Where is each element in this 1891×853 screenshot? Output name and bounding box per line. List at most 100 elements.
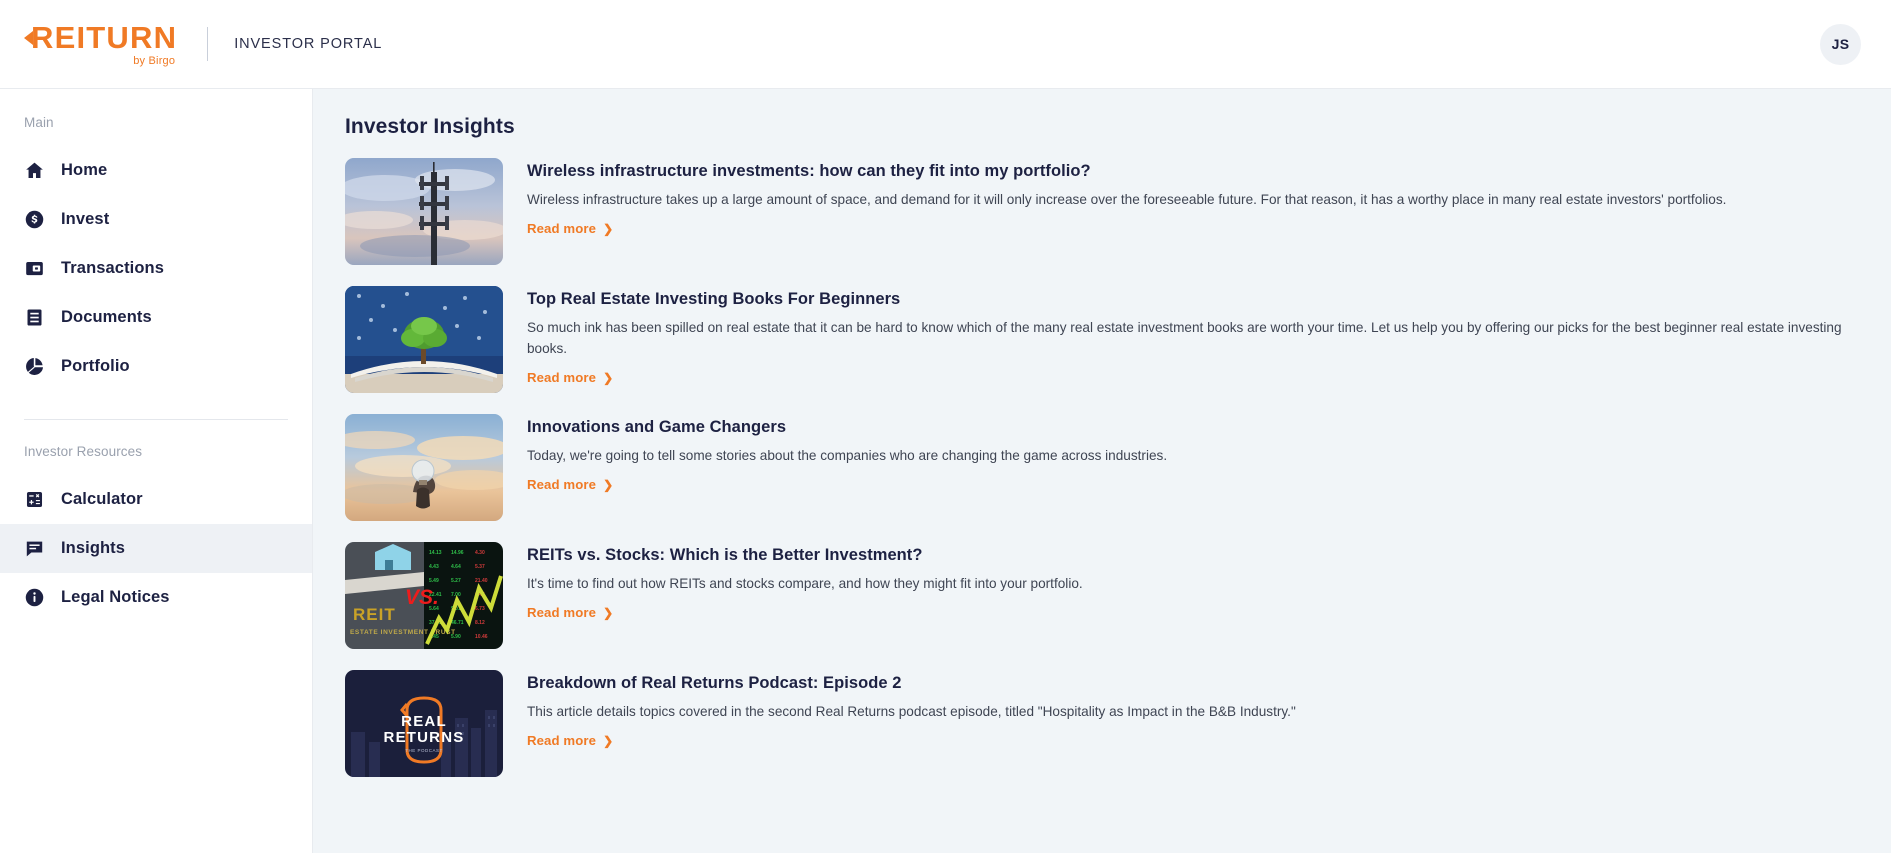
top-bar: REITURN by Birgo INVESTOR PORTAL JS: [0, 0, 1891, 89]
svg-text:5.27: 5.27: [451, 578, 461, 584]
article-thumbnail-lightbulb[interactable]: [345, 414, 503, 521]
app-root: REITURN by Birgo INVESTOR PORTAL JS Main…: [0, 0, 1891, 853]
read-more-label: Read more: [527, 370, 597, 386]
read-more-label: Read more: [527, 221, 597, 237]
article-body: Breakdown of Real Returns Podcast: Episo…: [527, 670, 1861, 777]
article-thumbnail-cell-tower[interactable]: [345, 158, 503, 265]
chevron-right-icon: ❯: [603, 370, 614, 385]
list-item[interactable]: REAL RETURNS THE PODCAST Breakdown of Re…: [345, 670, 1861, 777]
brand-divider: [207, 27, 209, 61]
documents-icon: [24, 307, 45, 328]
svg-text:4.64: 4.64: [451, 564, 461, 570]
sidebar-item-label: Home: [61, 161, 108, 179]
article-title[interactable]: Wireless infrastructure investments: how…: [527, 162, 1861, 181]
sidebar-item-portfolio[interactable]: Portfolio: [0, 342, 312, 391]
article-body: Wireless infrastructure investments: how…: [527, 158, 1861, 265]
sidebar-item-calculator[interactable]: Calculator: [0, 475, 312, 524]
svg-text:14.13: 14.13: [429, 550, 442, 556]
article-title[interactable]: Top Real Estate Investing Books For Begi…: [527, 290, 1861, 309]
article-description: It's time to find out how REITs and stoc…: [527, 576, 1083, 591]
read-more-label: Read more: [527, 477, 597, 493]
portal-label: INVESTOR PORTAL: [234, 36, 383, 52]
list-item[interactable]: Wireless infrastructure investments: how…: [345, 158, 1861, 265]
svg-text:RETURNS: RETURNS: [384, 729, 465, 746]
read-more-link[interactable]: Read more ❯: [527, 370, 613, 385]
sidebar-item-transactions[interactable]: Transactions: [0, 244, 312, 293]
body-row: Main Home Invest Transactions Documents …: [0, 89, 1891, 853]
read-more-label: Read more: [527, 605, 597, 621]
sidebar-group-label-resources: Investor Resources: [24, 444, 143, 459]
sidebar-item-label: Invest: [61, 210, 110, 228]
sidebar-item-label: Legal Notices: [61, 588, 170, 606]
article-thumbnail-reit-vs-stocks[interactable]: REIT ESTATE INVESTMENT TRUST 14.13 14.96 4…: [345, 542, 503, 649]
sidebar: Main Home Invest Transactions Documents …: [0, 89, 313, 853]
svg-text:5.90: 5.90: [451, 634, 461, 640]
logo-tagline: by Birgo: [133, 54, 176, 67]
sidebar-item-documents[interactable]: Documents: [0, 293, 312, 342]
list-item[interactable]: Innovations and Game Changers Today, we'…: [345, 414, 1861, 521]
chevron-right-icon: ❯: [603, 477, 614, 492]
article-title[interactable]: Breakdown of Real Returns Podcast: Episo…: [527, 674, 1861, 693]
avatar[interactable]: JS: [1820, 23, 1861, 65]
article-thumbnail-real-returns-podcast[interactable]: REAL RETURNS THE PODCAST: [345, 670, 503, 777]
main-content: Investor Insights Wireless infrastructur…: [313, 89, 1891, 853]
article-body: REITs vs. Stocks: Which is the Better In…: [527, 542, 1861, 649]
svg-text:THE PODCAST: THE PODCAST: [405, 748, 443, 753]
sidebar-divider: [24, 419, 288, 420]
read-more-link[interactable]: Read more ❯: [527, 605, 613, 620]
sidebar-item-label: Portfolio: [61, 357, 130, 375]
article-description: Wireless infrastructure takes up a large…: [527, 192, 1727, 207]
svg-text:46.71: 46.71: [451, 620, 464, 626]
chevron-right-icon: ❯: [603, 733, 614, 748]
read-more-label: Read more: [527, 733, 597, 749]
svg-text:4.30: 4.30: [475, 550, 485, 556]
home-icon: [24, 160, 45, 181]
chat-icon: [24, 538, 45, 559]
svg-text:ESTATE INVESTMENT TRUST: ESTATE INVESTMENT TRUST: [350, 629, 456, 636]
svg-text:8.12: 8.12: [475, 620, 485, 626]
info-circle-icon: [24, 587, 45, 608]
article-body: Innovations and Game Changers Today, we'…: [527, 414, 1861, 521]
sidebar-item-insights[interactable]: Insights: [0, 524, 312, 573]
article-thumbnail-book-tree[interactable]: [345, 286, 503, 393]
read-more-link[interactable]: Read more ❯: [527, 221, 613, 236]
dollar-circle-icon: [24, 209, 45, 230]
article-title[interactable]: REITs vs. Stocks: Which is the Better In…: [527, 546, 1861, 565]
svg-text:REIT: REIT: [353, 605, 396, 624]
svg-text:5.37: 5.37: [475, 564, 485, 570]
transactions-icon: [24, 258, 45, 279]
pie-chart-icon: [24, 356, 45, 377]
read-more-link[interactable]: Read more ❯: [527, 733, 613, 748]
sidebar-item-label: Calculator: [61, 490, 143, 508]
sidebar-item-label: Insights: [61, 539, 126, 557]
svg-text:REAL: REAL: [401, 713, 447, 730]
chevron-right-icon: ❯: [603, 221, 614, 236]
chevron-right-icon: ❯: [603, 605, 614, 620]
logo-lockup: REITURN by Birgo: [31, 22, 177, 67]
svg-text:4.43: 4.43: [429, 564, 439, 570]
list-item[interactable]: REIT ESTATE INVESTMENT TRUST 14.13 14.96 4…: [345, 542, 1861, 649]
sidebar-item-invest[interactable]: Invest: [0, 195, 312, 244]
svg-text:21.40: 21.40: [475, 578, 488, 584]
sidebar-item-label: Documents: [61, 308, 152, 326]
article-body: Top Real Estate Investing Books For Begi…: [527, 286, 1861, 393]
logo-wordmark: REITURN: [31, 19, 178, 55]
logo-mark: REITURN by Birgo: [24, 22, 177, 67]
svg-text:6.73: 6.73: [475, 606, 485, 612]
sidebar-group-label-main: Main: [24, 115, 54, 130]
list-item[interactable]: Top Real Estate Investing Books For Begi…: [345, 286, 1861, 393]
svg-text:5.49: 5.49: [429, 578, 439, 584]
article-description: This article details topics covered in t…: [527, 704, 1296, 719]
article-description: So much ink has been spilled on real est…: [527, 320, 1842, 357]
svg-text:10.46: 10.46: [475, 634, 488, 640]
read-more-link[interactable]: Read more ❯: [527, 477, 613, 492]
sidebar-item-label: Transactions: [61, 259, 164, 277]
article-title[interactable]: Innovations and Game Changers: [527, 418, 1861, 437]
brand-logo[interactable]: REITURN by Birgo INVESTOR PORTAL: [24, 22, 382, 67]
svg-text:VS.: VS.: [405, 586, 439, 609]
sidebar-item-home[interactable]: Home: [0, 146, 312, 195]
calculator-icon: [24, 489, 45, 510]
sidebar-item-legal-notices[interactable]: Legal Notices: [0, 573, 312, 622]
page-title: Investor Insights: [345, 115, 515, 138]
svg-text:14.96: 14.96: [451, 550, 464, 556]
